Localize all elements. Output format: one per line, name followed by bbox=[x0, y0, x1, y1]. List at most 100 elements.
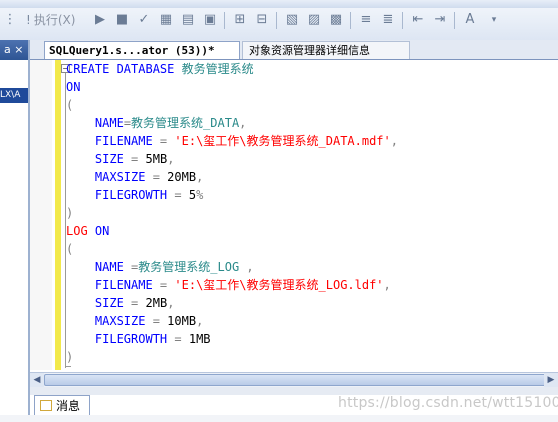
code-token: ON bbox=[66, 80, 81, 94]
increase-indent-icon[interactable]: ⇥ bbox=[432, 12, 448, 28]
code-token: = bbox=[145, 314, 168, 328]
code-token: 2MB bbox=[145, 296, 168, 310]
toolbar-separator bbox=[402, 12, 403, 29]
code-line[interactable]: LOG ON bbox=[66, 222, 109, 240]
code-line[interactable]: FILENAME = 'E:\玺工作\教务管理系统_LOG.ldf', bbox=[66, 276, 391, 294]
code-token: = bbox=[167, 188, 189, 202]
code-line[interactable]: CREATE DATABASE 教务管理系统 bbox=[66, 60, 254, 78]
code-line[interactable]: ) bbox=[66, 348, 73, 366]
horizontal-scrollbar[interactable]: ◀ ▶ bbox=[30, 372, 558, 387]
object-explorer-header: a × bbox=[0, 40, 28, 60]
code-token: 20MB bbox=[167, 170, 197, 184]
code-line[interactable]: ( bbox=[66, 96, 73, 114]
code-token: NAME bbox=[94, 116, 124, 130]
code-token: 5MB bbox=[145, 152, 168, 166]
code-token: = bbox=[145, 170, 168, 184]
code-token: 'E:\玺工作\教务管理系统_DATA.mdf' bbox=[174, 134, 391, 148]
specify-values-icon[interactable]: A bbox=[462, 12, 478, 28]
results-grid-icon[interactable]: ▨ bbox=[306, 12, 322, 28]
sql-editor[interactable]: − CREATE DATABASE 教务管理系统 ON( NAME=教务管理系统_… bbox=[30, 60, 558, 370]
execute-button[interactable]: ! 执行(X) bbox=[26, 12, 75, 28]
code-token: , bbox=[167, 296, 175, 310]
code-token: = bbox=[152, 134, 175, 148]
code-token: SIZE bbox=[94, 152, 124, 166]
editor-margin bbox=[30, 60, 52, 370]
code-line[interactable]: SIZE = 2MB, bbox=[66, 294, 175, 312]
code-token: = bbox=[123, 116, 132, 130]
code-token: FILENAME bbox=[94, 134, 153, 148]
code-token: = bbox=[152, 278, 175, 292]
code-token: , bbox=[196, 314, 204, 328]
code-token: 教务管理系统_LOG bbox=[138, 260, 240, 274]
results-pane bbox=[0, 415, 558, 422]
results-splitter[interactable] bbox=[30, 387, 558, 395]
code-line[interactable]: SIZE = 5MB, bbox=[66, 150, 175, 168]
scrollbar-thumb[interactable] bbox=[44, 374, 554, 386]
code-token: , bbox=[239, 260, 254, 274]
change-tracking-bar bbox=[55, 60, 61, 370]
code-token: , bbox=[167, 152, 175, 166]
code-token: = bbox=[167, 332, 189, 346]
run-icon[interactable]: ▶ bbox=[92, 12, 108, 28]
uncomment-icon[interactable]: ≣ bbox=[380, 12, 396, 28]
code-token: ( bbox=[66, 242, 74, 256]
code-line[interactable]: MAXSIZE = 20MB, bbox=[66, 168, 203, 186]
results-to-grid-icon[interactable]: ▤ bbox=[180, 12, 196, 28]
code-token: SIZE bbox=[94, 296, 124, 310]
code-token: LOG bbox=[66, 224, 88, 238]
watermark: https://blog.csdn.net/wtt15100 bbox=[338, 395, 558, 411]
scroll-left-icon[interactable]: ◀ bbox=[30, 373, 44, 387]
scroll-right-icon[interactable]: ▶ bbox=[544, 373, 558, 387]
code-line[interactable]: ( bbox=[66, 240, 73, 258]
code-line[interactable]: ) bbox=[66, 204, 73, 222]
code-token: FILENAME bbox=[94, 278, 153, 292]
code-line[interactable]: NAME=教务管理系统_DATA, bbox=[66, 114, 247, 132]
messages-tab-label: 消息 bbox=[56, 399, 81, 413]
tab-messages[interactable]: 消息 bbox=[34, 395, 90, 415]
code-line[interactable]: FILENAME = 'E:\玺工作\教务管理系统_DATA.mdf', bbox=[66, 132, 398, 150]
execute-icon: ! bbox=[26, 13, 31, 27]
code-token: 1MB bbox=[188, 332, 211, 346]
code-token: FILEGROWTH bbox=[94, 188, 168, 202]
object-explorer-header-text: a × bbox=[4, 43, 24, 56]
tab-object-explorer-details[interactable]: 对象资源管理器详细信息 bbox=[242, 41, 410, 59]
object-explorer-panel: a × LX\A bbox=[0, 40, 30, 422]
intellisense-icon[interactable]: ⊟ bbox=[254, 12, 270, 28]
code-line[interactable]: NAME =教务管理系统_LOG , bbox=[66, 258, 254, 276]
code-token: % bbox=[196, 188, 204, 202]
code-line[interactable]: FILEGROWTH = 1MB bbox=[66, 330, 211, 348]
code-line[interactable]: ON bbox=[66, 78, 80, 96]
code-token: 教务管理系统 bbox=[181, 62, 254, 76]
display-plan-icon[interactable]: ▣ bbox=[202, 12, 218, 28]
results-file-icon[interactable]: ▩ bbox=[328, 12, 344, 28]
code-line[interactable]: FILEGROWTH = 5% bbox=[66, 186, 203, 204]
query-options-icon[interactable]: ⊞ bbox=[232, 12, 248, 28]
code-token: ) bbox=[66, 350, 74, 364]
results-text-icon[interactable]: ▧ bbox=[284, 12, 300, 28]
outline-end bbox=[65, 366, 71, 367]
code-token: ON bbox=[87, 224, 110, 238]
toolbar-separator bbox=[350, 12, 351, 29]
comment-icon[interactable]: ≡ bbox=[358, 12, 374, 28]
toolbar-overflow-icon[interactable]: ▾ bbox=[486, 12, 502, 28]
code-token: 5 bbox=[188, 188, 197, 202]
code-token: MAXSIZE bbox=[94, 314, 146, 328]
code-line[interactable]: MAXSIZE = 10MB, bbox=[66, 312, 203, 330]
query-toolbar: ⋮ ! 执行(X) ▶ ■ ✓ ▦ ▤ ▣ ⊞ ⊟ ▧ ▨ ▩ ≡ ≣ ⇤ ⇥ A… bbox=[0, 0, 558, 41]
code-token: 10MB bbox=[167, 314, 197, 328]
document-tabs: SQLQuery1.s...ator (53))* 对象资源管理器详细信息 bbox=[30, 40, 558, 60]
parse-icon[interactable]: ▦ bbox=[158, 12, 174, 28]
stop-icon[interactable]: ■ bbox=[114, 12, 130, 28]
decrease-indent-icon[interactable]: ⇤ bbox=[410, 12, 426, 28]
check-icon[interactable]: ✓ bbox=[136, 12, 152, 28]
menu-strip bbox=[0, 0, 558, 8]
tab-sqlquery1[interactable]: SQLQuery1.s...ator (53))* bbox=[44, 41, 240, 59]
object-explorer-selected-node[interactable]: LX\A bbox=[0, 88, 28, 103]
